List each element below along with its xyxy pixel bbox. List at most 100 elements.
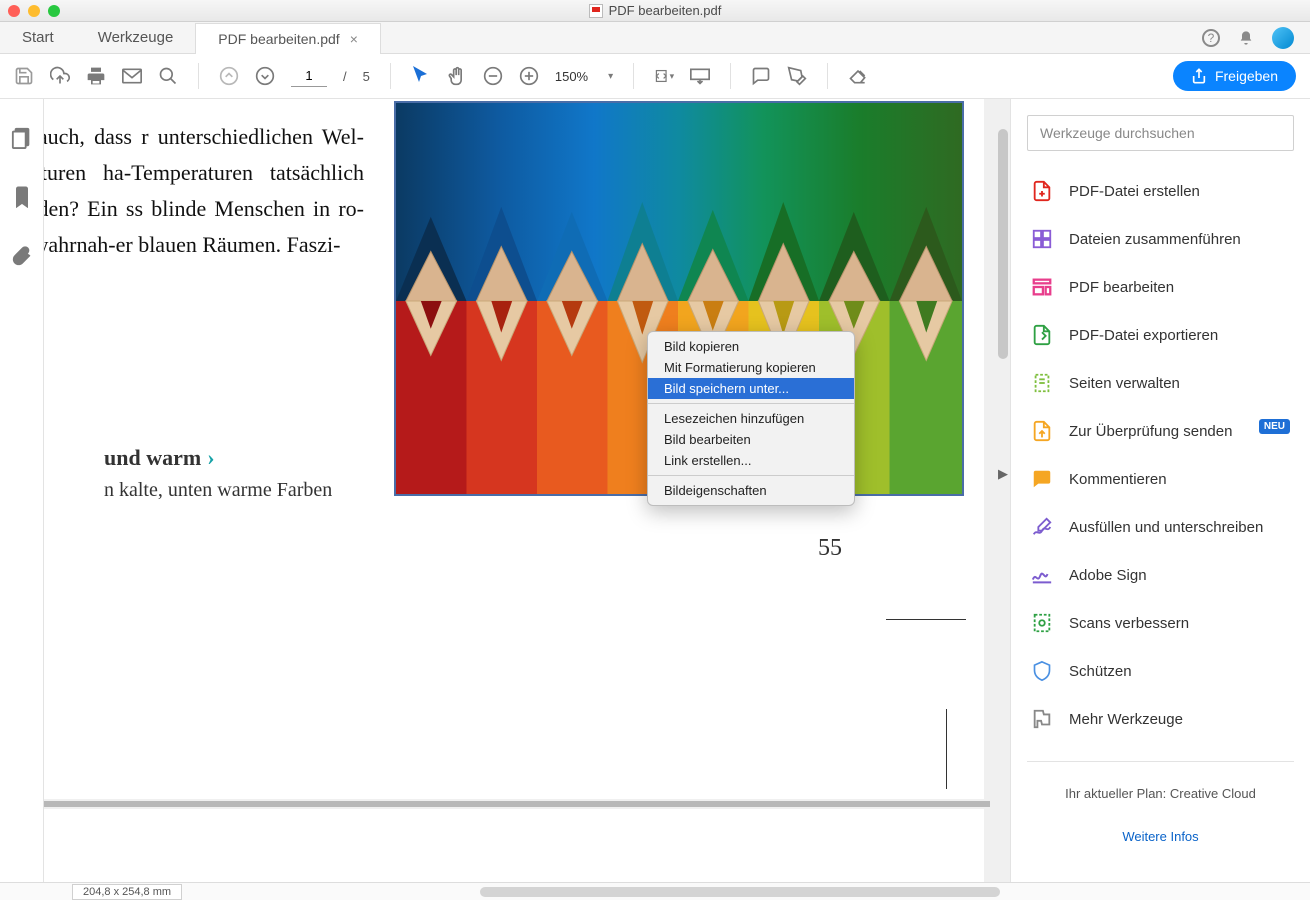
zoom-in-icon[interactable] xyxy=(519,66,539,86)
ctx-copy-formatted[interactable]: Mit Formatierung kopieren xyxy=(648,357,854,378)
account-avatar[interactable] xyxy=(1272,27,1294,49)
page-separator: / xyxy=(343,69,347,84)
zoom-out-icon[interactable] xyxy=(483,66,503,86)
page-total: 5 xyxy=(363,69,370,84)
ctx-create-link[interactable]: Link erstellen... xyxy=(648,450,854,471)
tool-label: Zur Überprüfung senden xyxy=(1069,423,1232,440)
adobe-sign-icon xyxy=(1031,564,1053,586)
page-up-icon[interactable] xyxy=(219,66,239,86)
page-dimensions: 204,8 x 254,8 mm xyxy=(72,884,182,900)
ctx-save-image-as[interactable]: Bild speichern unter... xyxy=(648,378,854,399)
pdf-page-next xyxy=(44,809,984,882)
main-toolbar: / 5 150% ▾ ▾ Freigeben xyxy=(0,54,1310,99)
page-number-input[interactable] xyxy=(291,65,327,87)
tool-label: Adobe Sign xyxy=(1069,567,1147,584)
tool-more[interactable]: Mehr Werkzeuge xyxy=(1023,695,1298,743)
page-down-icon[interactable] xyxy=(255,66,275,86)
tool-label: PDF bearbeiten xyxy=(1069,279,1174,296)
pdf-file-icon xyxy=(589,4,603,18)
tab-start[interactable]: Start xyxy=(0,22,76,53)
tool-enhance[interactable]: Scans verbessern xyxy=(1023,599,1298,647)
ctx-image-properties[interactable]: Bildeigenschaften xyxy=(648,480,854,501)
tab-document-label: PDF bearbeiten.pdf xyxy=(218,31,339,47)
tool-label: Scans verbessern xyxy=(1069,615,1189,632)
comment-icon xyxy=(1031,468,1053,490)
page-number-text: 55 xyxy=(818,535,842,562)
fill-sign-icon xyxy=(1031,516,1053,538)
window-title-text: PDF bearbeiten.pdf xyxy=(609,3,722,18)
tool-edit-pdf[interactable]: PDF bearbeiten xyxy=(1023,263,1298,311)
crop-mark xyxy=(886,619,966,620)
tool-create-pdf[interactable]: PDF-Datei erstellen xyxy=(1023,167,1298,215)
tool-label: PDF-Datei exportieren xyxy=(1069,327,1218,344)
search-placeholder-text: Werkzeuge durchsuchen xyxy=(1040,125,1195,141)
fit-page-icon[interactable] xyxy=(690,66,710,86)
vertical-scrollbar[interactable] xyxy=(998,129,1008,359)
tool-export[interactable]: PDF-Datei exportieren xyxy=(1023,311,1298,359)
select-tool-icon[interactable] xyxy=(411,66,431,86)
tab-document[interactable]: PDF bearbeiten.pdf × xyxy=(195,23,381,54)
email-icon[interactable] xyxy=(122,66,142,86)
context-menu: Bild kopieren Mit Formatierung kopieren … xyxy=(647,331,855,506)
organize-icon xyxy=(1031,372,1053,394)
zoom-level-select[interactable]: 150% xyxy=(555,69,592,84)
tool-label: Seiten verwalten xyxy=(1069,375,1180,392)
highlight-tool-icon[interactable] xyxy=(787,66,807,86)
new-badge: NEU xyxy=(1259,419,1290,434)
tab-bar: Start Werkzeuge PDF bearbeiten.pdf × ? xyxy=(0,22,1310,54)
chevron-right-icon: › xyxy=(207,445,214,470)
tool-organize[interactable]: Seiten verwalten xyxy=(1023,359,1298,407)
share-button[interactable]: Freigeben xyxy=(1173,61,1296,91)
horizontal-scrollbar[interactable] xyxy=(480,887,1000,897)
create-pdf-icon xyxy=(1031,180,1053,202)
tool-fill-sign[interactable]: Ausfüllen und unterschreiben xyxy=(1023,503,1298,551)
thumbnails-icon[interactable] xyxy=(11,127,33,152)
close-tab-icon[interactable]: × xyxy=(350,31,358,47)
dropdown-caret-icon[interactable]: ▾ xyxy=(608,71,613,82)
ctx-copy-image[interactable]: Bild kopieren xyxy=(648,336,854,357)
help-icon[interactable]: ? xyxy=(1202,29,1220,47)
document-caption: n kalte, unten warme Farben xyxy=(104,479,332,502)
collapse-right-panel-icon[interactable]: ▶ xyxy=(996,459,1010,489)
share-button-label: Freigeben xyxy=(1215,68,1278,84)
tool-label: Kommentieren xyxy=(1069,471,1167,488)
protect-icon xyxy=(1031,660,1053,682)
print-icon[interactable] xyxy=(86,66,106,86)
hand-tool-icon[interactable] xyxy=(447,66,467,86)
comment-tool-icon[interactable] xyxy=(751,66,771,86)
edit-pdf-icon xyxy=(1031,276,1053,298)
tool-send-review[interactable]: Zur Überprüfung senden NEU xyxy=(1023,407,1298,455)
more-icon xyxy=(1031,708,1053,730)
ctx-edit-image[interactable]: Bild bearbeiten xyxy=(648,429,854,450)
fit-width-icon[interactable]: ▾ xyxy=(654,66,674,86)
more-info-link[interactable]: Weitere Infos xyxy=(1122,829,1198,844)
cloud-icon[interactable] xyxy=(50,66,70,86)
tool-label: Ausfüllen und unterschreiben xyxy=(1069,519,1263,536)
notifications-icon[interactable] xyxy=(1238,30,1254,46)
combine-icon xyxy=(1031,228,1053,250)
export-icon xyxy=(1031,324,1053,346)
tool-protect[interactable]: Schützen xyxy=(1023,647,1298,695)
tool-adobe-sign[interactable]: Adobe Sign xyxy=(1023,551,1298,599)
document-body-text: er wussten Sie auch, dass r unterschiedl… xyxy=(44,119,364,263)
plan-text: Ihr aktueller Plan: Creative Cloud xyxy=(1065,786,1256,801)
tab-tools[interactable]: Werkzeuge xyxy=(76,22,196,53)
crop-mark-vert xyxy=(946,709,966,789)
document-subheading: und warm› xyxy=(104,445,215,471)
window-titlebar: PDF bearbeiten.pdf xyxy=(0,0,1310,22)
tool-comment[interactable]: Kommentieren xyxy=(1023,455,1298,503)
document-viewport[interactable]: ◀ er wussten Sie auch, dass r unterschie… xyxy=(44,99,1010,882)
tool-combine[interactable]: Dateien zusammenführen xyxy=(1023,215,1298,263)
share-icon xyxy=(1191,68,1207,84)
bookmark-icon[interactable] xyxy=(13,186,31,211)
tools-search-input[interactable]: Werkzeuge durchsuchen xyxy=(1027,115,1294,151)
save-icon[interactable] xyxy=(14,66,34,86)
erase-tool-icon[interactable] xyxy=(848,66,868,86)
tool-label: Mehr Werkzeuge xyxy=(1069,711,1183,728)
tool-label: PDF-Datei erstellen xyxy=(1069,183,1200,200)
ctx-add-bookmark[interactable]: Lesezeichen hinzufügen xyxy=(648,408,854,429)
search-icon[interactable] xyxy=(158,66,178,86)
left-sidebar xyxy=(0,99,44,882)
attachment-icon[interactable] xyxy=(12,245,32,270)
tools-panel: Werkzeuge durchsuchen PDF-Datei erstelle… xyxy=(1010,99,1310,882)
